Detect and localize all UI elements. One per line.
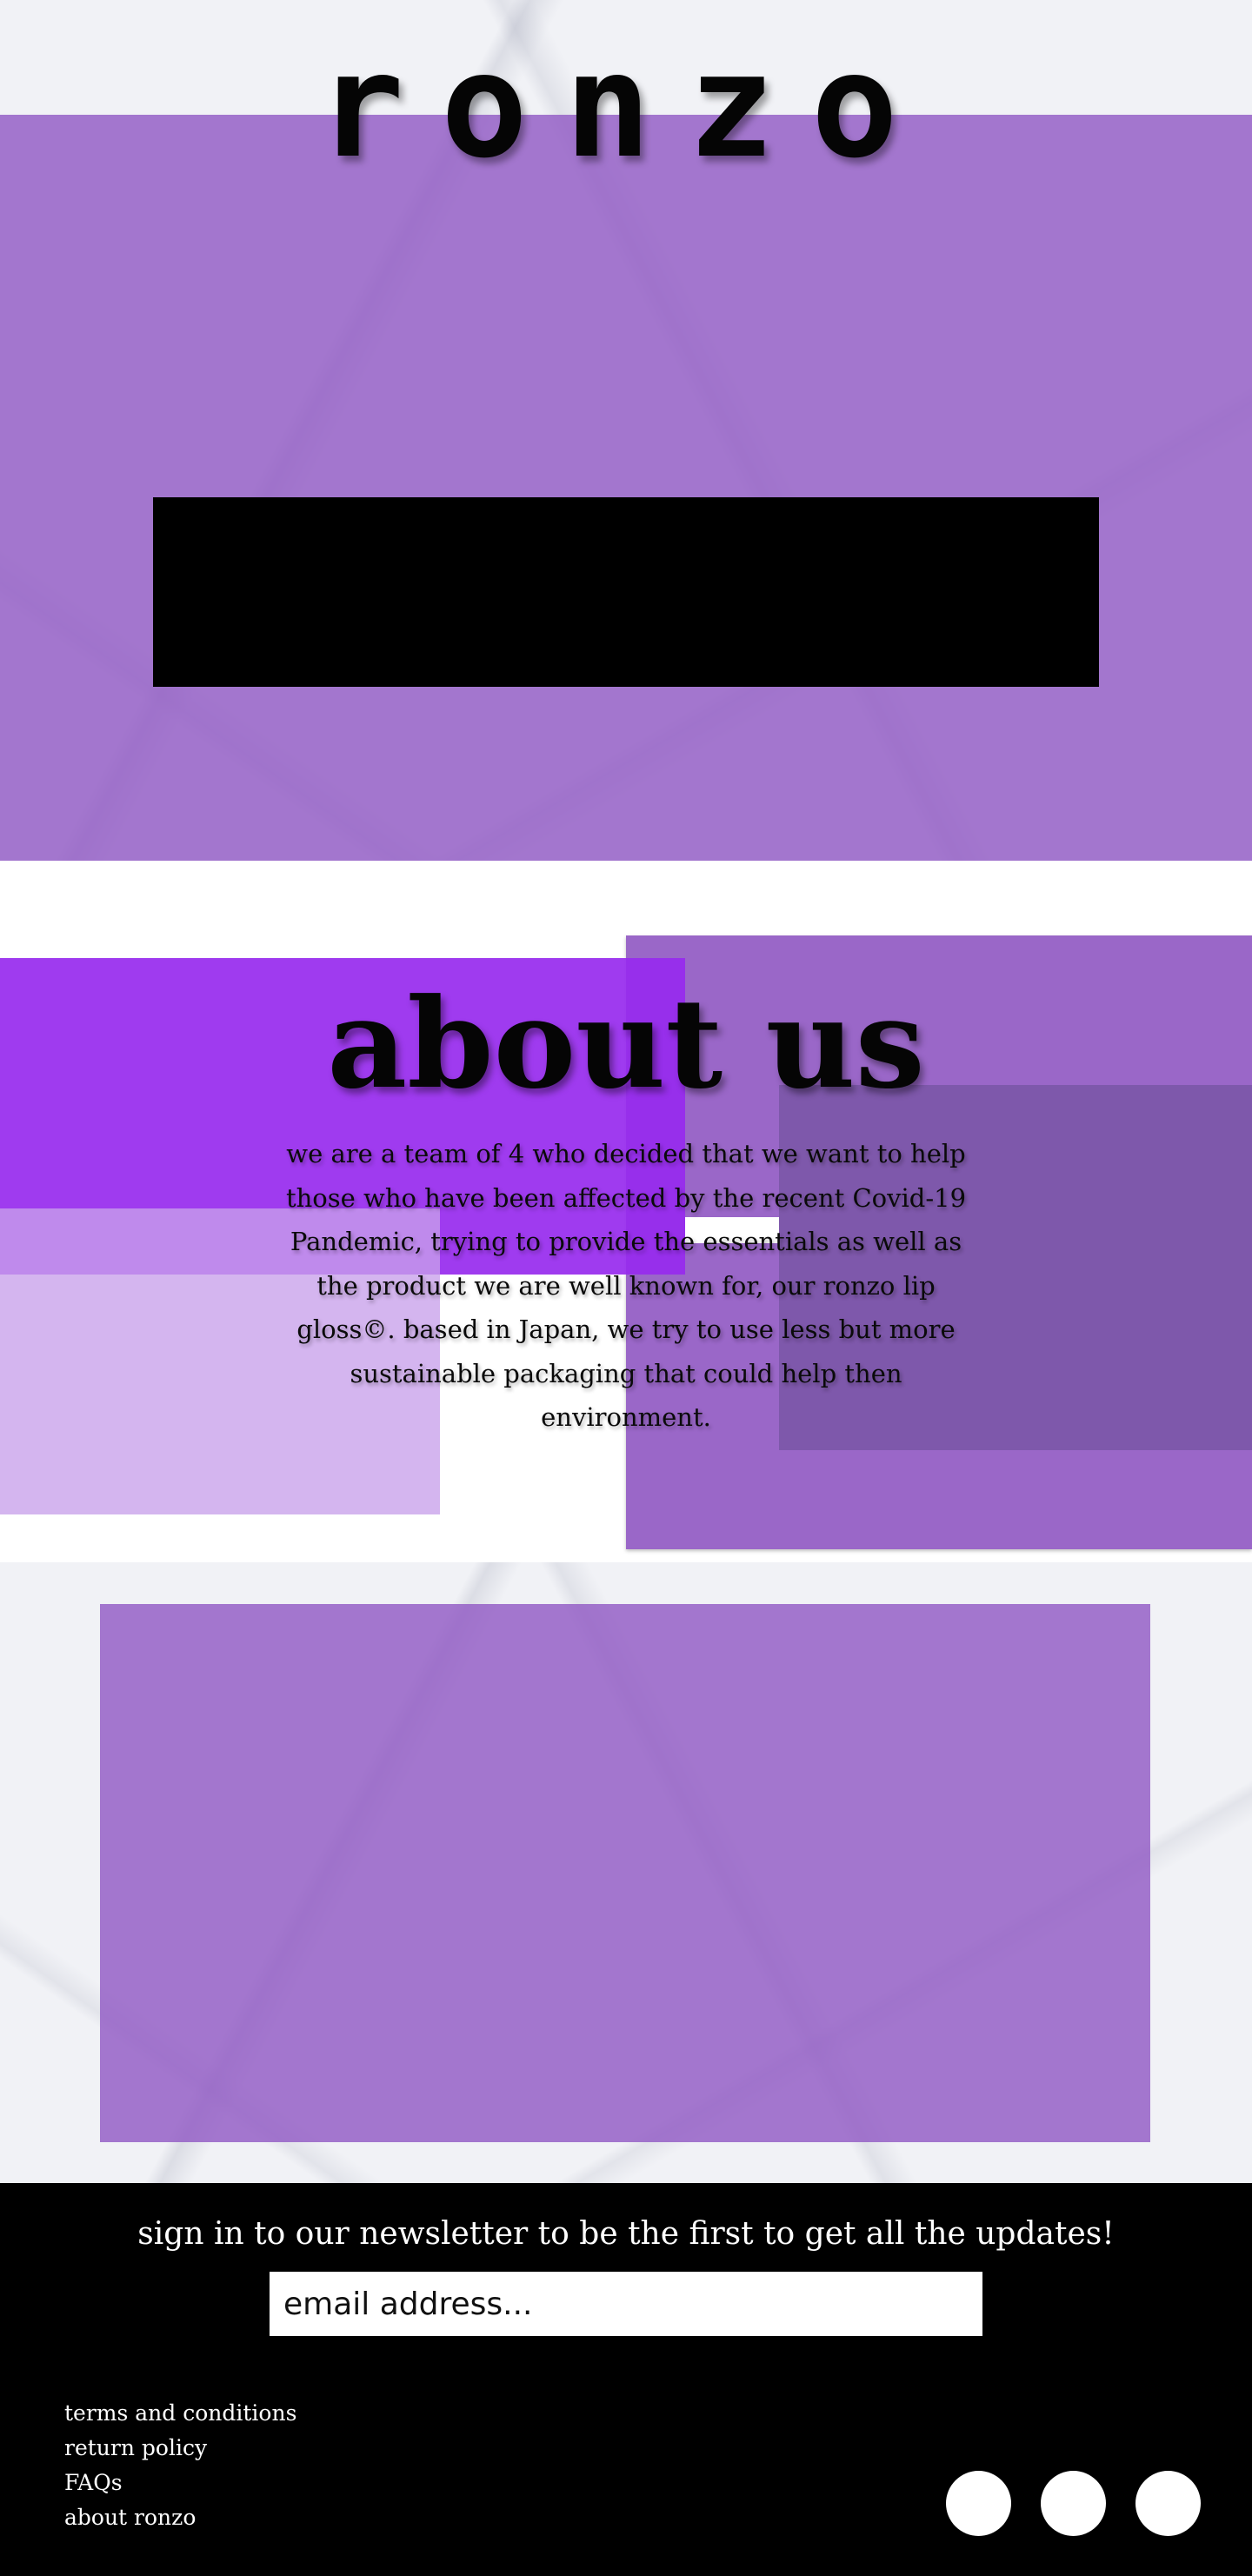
social-links xyxy=(946,2471,1201,2536)
about-text: we are a team of 4 who decided that we w… xyxy=(285,1139,967,1432)
email-input[interactable] xyxy=(270,2272,982,2336)
about-title: about us xyxy=(327,972,925,1116)
hero-image xyxy=(153,497,1099,687)
footer-link-return-policy[interactable]: return policy xyxy=(64,2431,296,2466)
footer-link-about[interactable]: about ronzo xyxy=(64,2500,296,2535)
footer-link-terms[interactable]: terms and conditions xyxy=(64,2396,296,2431)
hero-panel xyxy=(0,115,1252,861)
social-icon[interactable] xyxy=(946,2471,1011,2536)
social-icon[interactable] xyxy=(1041,2471,1106,2536)
footer-link-faqs[interactable]: FAQs xyxy=(64,2466,296,2500)
brand-logo[interactable]: ronzo xyxy=(0,35,1252,179)
footer: sign in to our newsletter to be the firs… xyxy=(0,2183,1252,2576)
footer-links: terms and conditions return policy FAQs … xyxy=(64,2396,296,2535)
feature-panel xyxy=(100,1604,1150,2142)
social-icon[interactable] xyxy=(1135,2471,1201,2536)
newsletter-title: sign in to our newsletter to be the firs… xyxy=(137,2216,1115,2252)
